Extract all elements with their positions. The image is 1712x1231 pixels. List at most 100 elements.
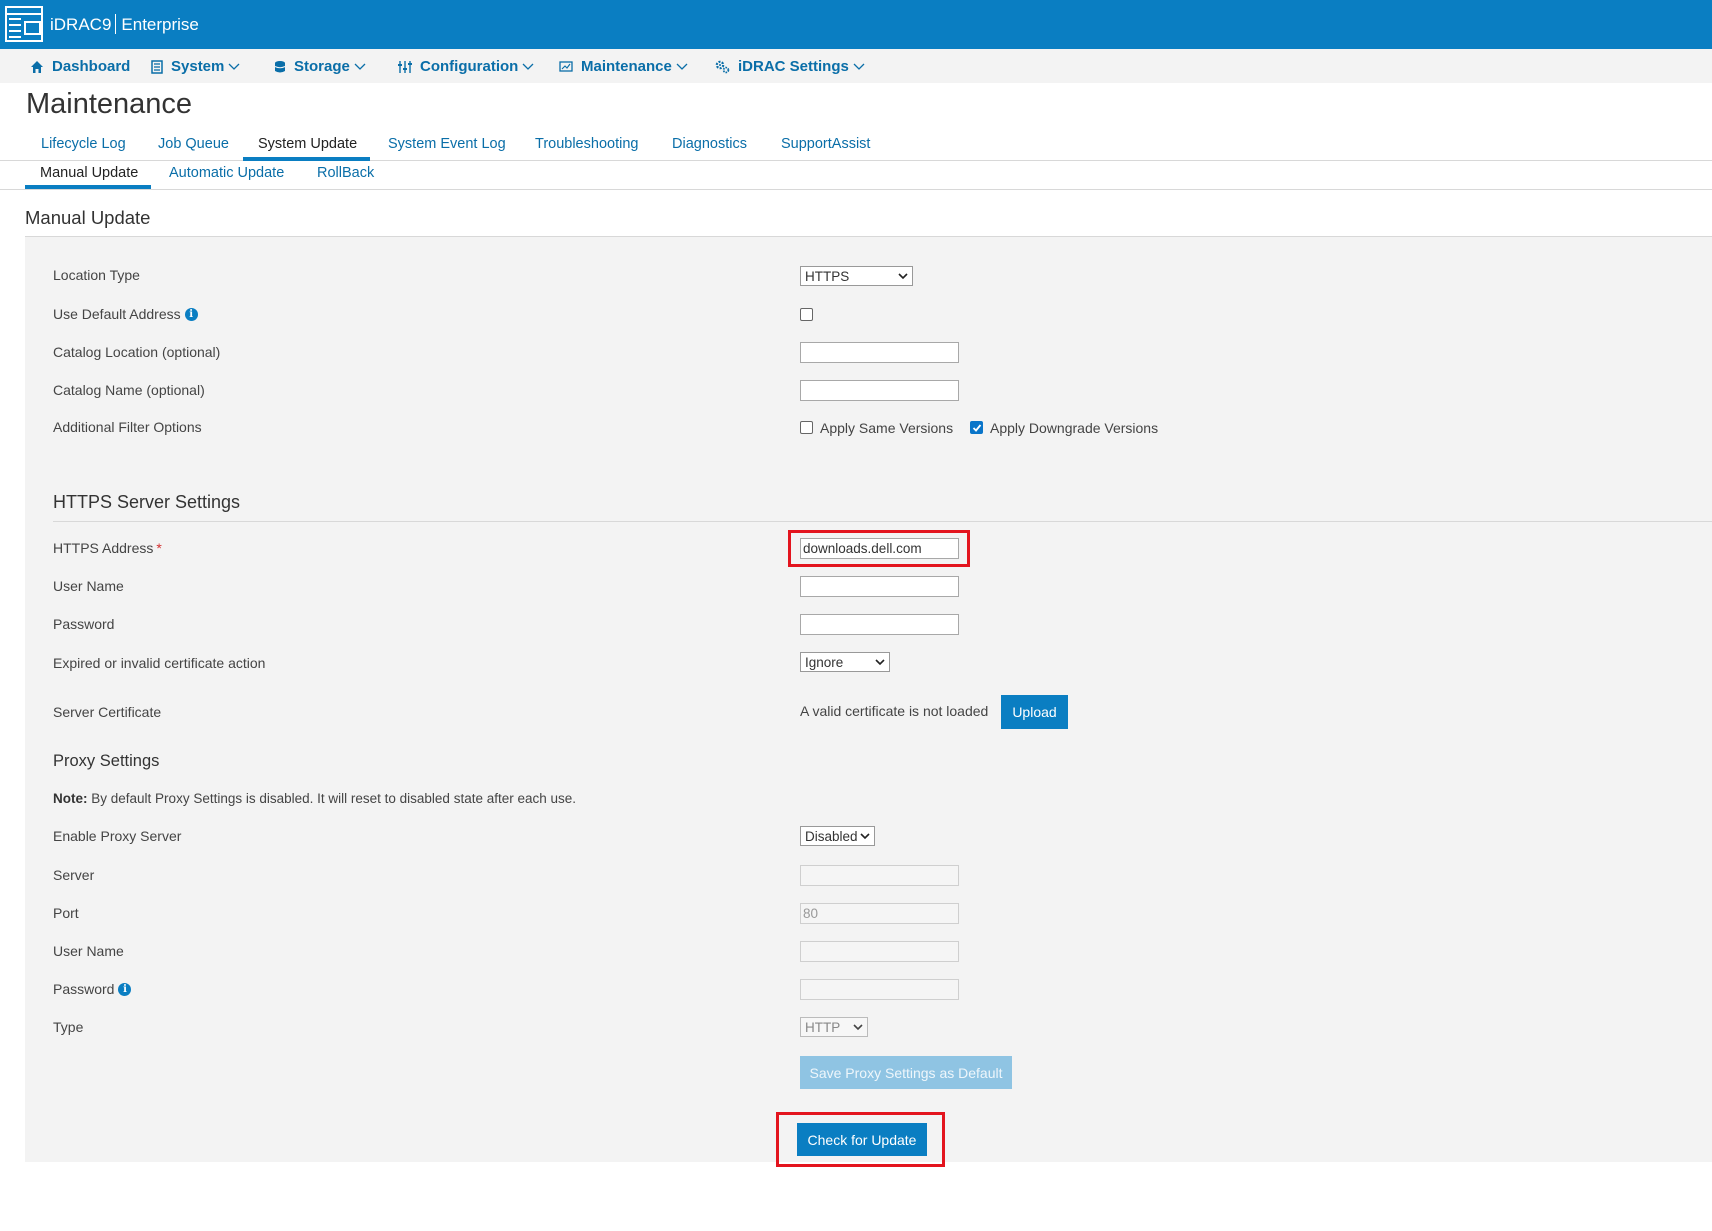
chevron-down-icon xyxy=(354,63,366,70)
cert-action-select[interactable]: Ignore xyxy=(800,652,890,672)
server-icon xyxy=(151,59,163,74)
use-default-address-text: Use Default Address xyxy=(53,306,181,322)
apply-same-versions-label: Apply Same Versions xyxy=(820,420,954,436)
chevron-down-icon xyxy=(898,272,908,279)
chevron-down-icon xyxy=(853,1023,863,1030)
tab-diagnostics[interactable]: Diagnostics xyxy=(672,136,747,152)
required-marker: * xyxy=(156,540,162,556)
use-default-address-checkbox[interactable] xyxy=(800,308,813,321)
chevron-down-icon xyxy=(522,63,534,70)
product-separator xyxy=(115,14,117,34)
nav-maintenance[interactable]: Maintenance xyxy=(559,58,688,75)
apply-same-versions-checkbox[interactable] xyxy=(800,421,813,434)
nav-label: Maintenance xyxy=(581,58,672,75)
monitor-icon xyxy=(559,60,573,72)
catalog-name-input[interactable] xyxy=(800,380,959,401)
save-proxy-default-button[interactable]: Save Proxy Settings as Default xyxy=(800,1056,1012,1089)
nav-label: System xyxy=(171,58,225,75)
proxy-server-input[interactable] xyxy=(800,865,959,886)
proxy-type-value: HTTP xyxy=(805,1019,841,1035)
server-cert-status: A valid certificate is not loaded xyxy=(800,703,989,719)
nav-label: Configuration xyxy=(420,58,519,75)
info-icon[interactable]: i xyxy=(118,982,132,996)
https-address-text: HTTPS Address xyxy=(53,540,154,556)
location-type-label: Location Type xyxy=(53,267,140,283)
system-update-subtabs: Manual Update Automatic Update RollBack xyxy=(0,161,1712,190)
idrac-logo-icon xyxy=(5,6,43,42)
nav-label: Dashboard xyxy=(52,58,131,75)
edition-label: Enterprise xyxy=(121,15,199,34)
tab-lifecycle-log[interactable]: Lifecycle Log xyxy=(41,136,126,152)
location-type-value: HTTPS xyxy=(805,268,850,284)
proxy-settings-title: Proxy Settings xyxy=(53,752,160,770)
proxy-server-label: Server xyxy=(53,867,95,883)
https-password-input[interactable] xyxy=(800,614,959,635)
info-icon[interactable]: i xyxy=(184,307,198,321)
subtab-manual-update[interactable]: Manual Update xyxy=(40,165,138,181)
https-settings-divider xyxy=(53,521,1712,522)
location-type-select[interactable]: HTTPS xyxy=(800,266,913,286)
enable-proxy-select[interactable]: Disabled xyxy=(800,826,875,846)
apply-downgrade-versions-label: Apply Downgrade Versions xyxy=(990,420,1159,436)
chevron-down-icon xyxy=(676,63,688,70)
database-icon xyxy=(274,60,286,72)
tab-system-event-log[interactable]: System Event Log xyxy=(388,136,506,152)
tab-supportassist[interactable]: SupportAssist xyxy=(781,136,870,152)
nav-dashboard[interactable]: Dashboard xyxy=(30,58,130,75)
proxy-type-label: Type xyxy=(53,1019,84,1035)
subtab-automatic-update[interactable]: Automatic Update xyxy=(169,165,284,181)
chevron-down-icon xyxy=(860,832,870,839)
catalog-location-label: Catalog Location (optional) xyxy=(53,344,221,360)
enable-proxy-label: Enable Proxy Server xyxy=(53,828,182,844)
proxy-note: Note: By default Proxy Settings is disab… xyxy=(53,791,576,806)
maintenance-tabs: Lifecycle Log Job Queue System Update Sy… xyxy=(0,133,1712,161)
nav-storage[interactable]: Storage xyxy=(274,58,366,75)
proxy-port-label: Port xyxy=(53,905,79,921)
proxy-password-label: Password i xyxy=(53,981,132,997)
main-nav: Dashboard System Storage Configuration M… xyxy=(0,49,1712,83)
tab-job-queue[interactable]: Job Queue xyxy=(158,136,229,152)
proxy-port-input[interactable] xyxy=(800,903,959,924)
catalog-name-label: Catalog Name (optional) xyxy=(53,382,205,398)
proxy-user-name-input[interactable] xyxy=(800,941,959,962)
proxy-type-select[interactable]: HTTP xyxy=(800,1017,868,1037)
cert-action-value: Ignore xyxy=(805,654,844,670)
active-subtab-indicator xyxy=(25,185,151,189)
nav-label: Storage xyxy=(294,58,350,75)
https-user-name-input[interactable] xyxy=(800,576,959,597)
nav-label: iDRAC Settings xyxy=(738,58,849,75)
catalog-location-input[interactable] xyxy=(800,342,959,363)
https-user-name-label: User Name xyxy=(53,578,124,594)
product-name: iDRAC9 Enterprise xyxy=(50,14,199,35)
nav-idrac-settings[interactable]: iDRAC Settings xyxy=(715,58,865,75)
https-address-highlight xyxy=(788,530,970,567)
apply-downgrade-versions-checkbox[interactable] xyxy=(970,421,983,434)
use-default-address-label: Use Default Address i xyxy=(53,306,198,322)
gears-icon xyxy=(715,60,730,73)
tab-troubleshooting[interactable]: Troubleshooting xyxy=(535,136,638,152)
section-title: Manual Update xyxy=(25,207,151,228)
nav-configuration[interactable]: Configuration xyxy=(398,58,534,75)
home-icon xyxy=(31,60,43,73)
nav-system[interactable]: System xyxy=(151,58,240,75)
subtab-rollback[interactable]: RollBack xyxy=(317,165,374,181)
https-address-label: HTTPS Address * xyxy=(53,540,162,556)
page-title: Maintenance xyxy=(26,88,193,120)
upload-button[interactable]: Upload xyxy=(1001,695,1068,729)
https-settings-title: HTTPS Server Settings xyxy=(53,492,241,512)
proxy-note-prefix: Note: xyxy=(53,791,88,806)
form-panel xyxy=(25,237,1712,1162)
proxy-user-name-label: User Name xyxy=(53,943,124,959)
chevron-down-icon xyxy=(228,63,240,70)
top-bar: iDRAC9 Enterprise xyxy=(0,0,1712,49)
product-label: iDRAC9 xyxy=(50,15,112,34)
enable-proxy-value: Disabled xyxy=(805,828,858,844)
tab-system-update[interactable]: System Update xyxy=(258,136,357,152)
proxy-password-input[interactable] xyxy=(800,979,959,1000)
server-cert-label: Server Certificate xyxy=(53,704,162,720)
sliders-icon xyxy=(398,60,412,73)
proxy-password-text: Password xyxy=(53,981,115,997)
proxy-note-text: By default Proxy Settings is disabled. I… xyxy=(91,791,577,806)
check-update-highlight xyxy=(776,1112,945,1167)
cert-action-label: Expired or invalid certificate action xyxy=(53,655,266,671)
